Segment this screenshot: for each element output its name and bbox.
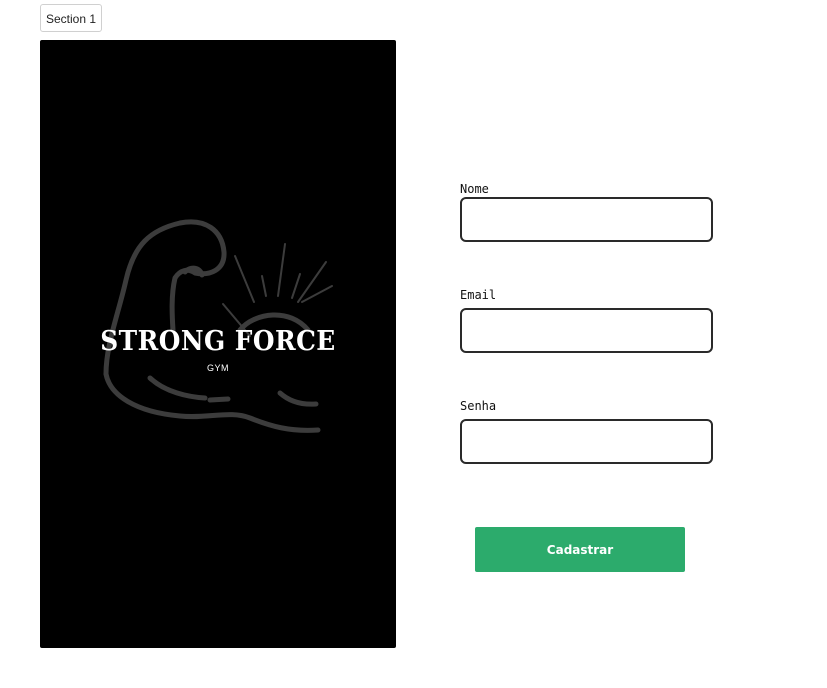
- name-input[interactable]: [460, 197, 713, 242]
- email-input[interactable]: [460, 308, 713, 353]
- email-label: Email: [460, 288, 497, 302]
- brand-name: STRONG FORCE: [100, 326, 336, 357]
- brand-panel: STRONG FORCE GYM: [40, 40, 396, 648]
- password-input[interactable]: [460, 419, 713, 464]
- section-tab[interactable]: Section 1: [40, 4, 103, 32]
- brand-tagline: GYM: [206, 363, 229, 373]
- password-label: Senha: [460, 399, 497, 413]
- register-button[interactable]: Cadastrar: [475, 527, 685, 572]
- name-label: Nome: [460, 182, 489, 196]
